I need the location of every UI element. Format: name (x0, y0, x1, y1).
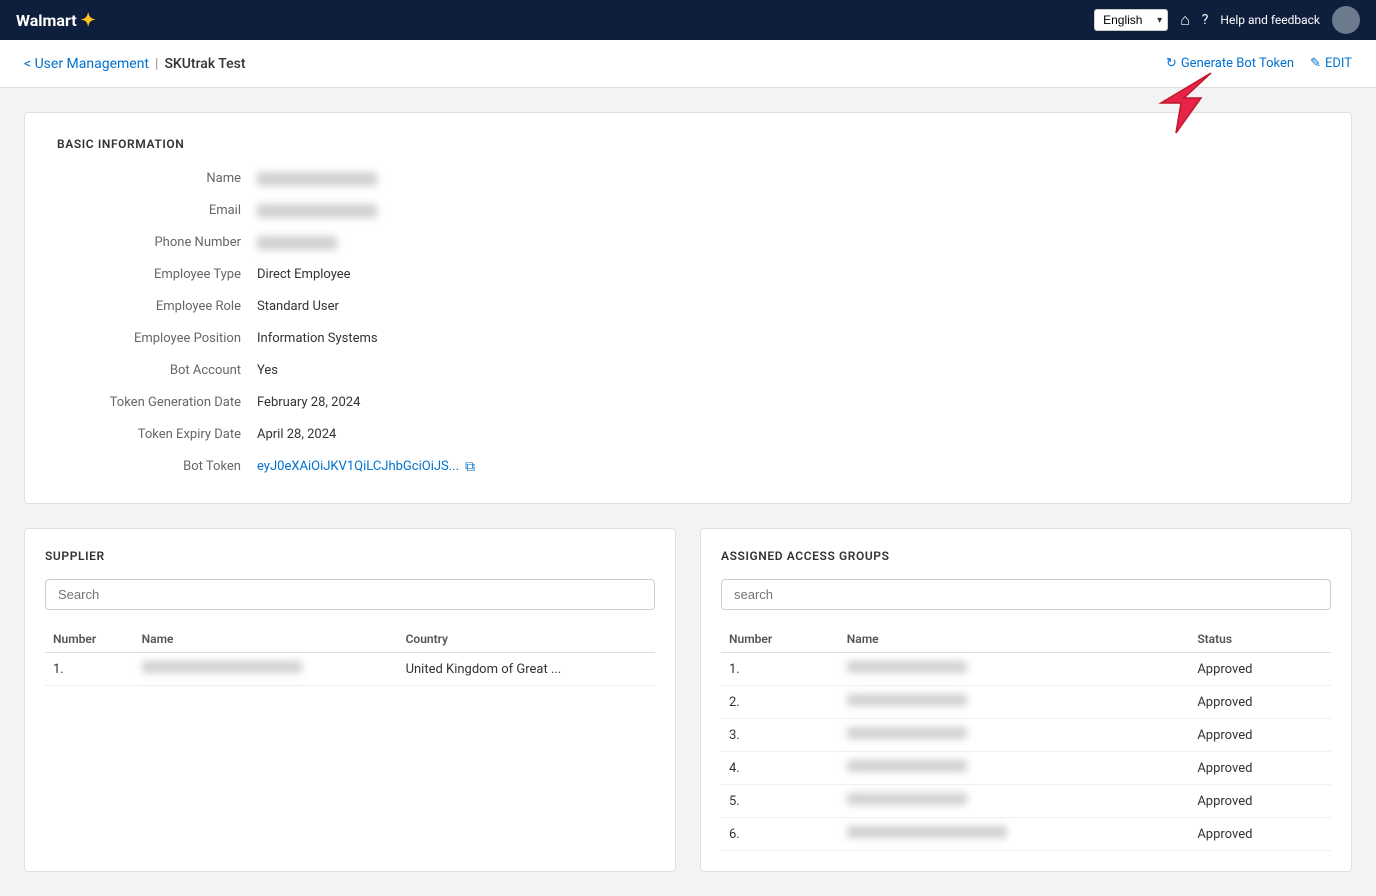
main-content: BASIC INFORMATION Name Email Phone Numbe… (0, 88, 1376, 896)
access-groups-panel: ASSIGNED ACCESS GROUPS Number Name Statu… (700, 528, 1352, 872)
label-email: Email (57, 199, 257, 223)
table-row: 4. Approved (721, 752, 1331, 785)
breadcrumb-separator: | (155, 56, 158, 72)
walmart-logo: Walmart ✦ (16, 10, 96, 31)
supplier-table: Number Name Country 1. United Kingdom of… (45, 626, 655, 686)
ag-row-num: 2. (721, 686, 839, 719)
ag-row-num: 3. (721, 719, 839, 752)
ag-row-status: Approved (1189, 818, 1331, 851)
value-phone (257, 231, 757, 255)
home-icon[interactable]: ⌂ (1180, 10, 1190, 30)
table-row: 1. Approved (721, 653, 1331, 686)
label-bot-account: Bot Account (57, 359, 257, 383)
ag-row-status: Approved (1189, 719, 1331, 752)
ag-col-name: Name (839, 626, 1190, 653)
label-token-expiry-date: Token Expiry Date (57, 423, 257, 447)
value-name (257, 167, 757, 191)
help-circle-icon[interactable]: ? (1202, 12, 1209, 28)
ag-row-name (839, 818, 1190, 851)
language-selector-wrapper[interactable]: English ▾ (1094, 9, 1168, 31)
copy-icon[interactable]: ⧉ (465, 455, 475, 479)
access-groups-table: Number Name Status 1.Approved2.Approved3… (721, 626, 1331, 851)
supplier-col-country: Country (398, 626, 655, 653)
label-bot-token: Bot Token (57, 455, 257, 479)
ag-col-status: Status (1189, 626, 1331, 653)
nav-left: Walmart ✦ (16, 10, 96, 31)
edit-button[interactable]: ✎ EDIT (1310, 56, 1352, 71)
label-employee-type: Employee Type (57, 263, 257, 287)
value-employee-role: Standard User (257, 295, 757, 319)
supplier-search-input[interactable] (45, 579, 655, 610)
supplier-panel: SUPPLIER Number Name Country 1. United K… (24, 528, 676, 872)
value-bot-token: eyJ0eXAiOiJKV1QiLCJhbGciOiJS... ⧉ (257, 455, 757, 479)
supplier-row-num: 1. (45, 653, 134, 686)
basic-info-card: BASIC INFORMATION Name Email Phone Numbe… (24, 112, 1352, 504)
ag-row-num: 1. (721, 653, 839, 686)
top-nav: Walmart ✦ English ▾ ⌂ ? Help and feedbac… (0, 0, 1376, 40)
edit-icon: ✎ (1310, 56, 1321, 71)
label-phone: Phone Number (57, 231, 257, 255)
language-select[interactable]: English (1094, 9, 1168, 31)
basic-info-title: BASIC INFORMATION (57, 137, 1319, 151)
supplier-title: SUPPLIER (45, 549, 655, 563)
value-email (257, 199, 757, 223)
access-groups-title: ASSIGNED ACCESS GROUPS (721, 549, 1331, 563)
breadcrumb-bar: < User Management | SKUtrak Test ↻ Gener… (0, 40, 1376, 88)
table-row: 6. Approved (721, 818, 1331, 851)
label-employee-role: Employee Role (57, 295, 257, 319)
ag-row-status: Approved (1189, 752, 1331, 785)
nav-right: English ▾ ⌂ ? Help and feedback (1094, 6, 1360, 34)
supplier-col-name: Name (134, 626, 398, 653)
value-employee-position: Information Systems (257, 327, 757, 351)
table-row: 5. Approved (721, 785, 1331, 818)
value-bot-account: Yes (257, 359, 757, 383)
ag-row-status: Approved (1189, 653, 1331, 686)
label-token-gen-date: Token Generation Date (57, 391, 257, 415)
ag-row-num: 5. (721, 785, 839, 818)
ag-row-num: 4. (721, 752, 839, 785)
value-employee-type: Direct Employee (257, 263, 757, 287)
table-row: 2. Approved (721, 686, 1331, 719)
ag-row-num: 6. (721, 818, 839, 851)
bottom-grid: SUPPLIER Number Name Country 1. United K… (24, 528, 1352, 872)
help-link[interactable]: Help and feedback (1220, 13, 1320, 27)
ag-row-status: Approved (1189, 785, 1331, 818)
value-token-gen-date: February 28, 2024 (257, 391, 757, 415)
brand-name: Walmart (16, 11, 77, 30)
table-row: 1. United Kingdom of Great ... (45, 653, 655, 686)
bot-token-text: eyJ0eXAiOiJKV1QiLCJhbGciOiJS... (257, 455, 459, 479)
supplier-row-name (134, 653, 398, 686)
label-name: Name (57, 167, 257, 191)
avatar[interactable] (1332, 6, 1360, 34)
spark-icon: ✦ (81, 10, 96, 31)
refresh-icon: ↻ (1166, 56, 1177, 71)
info-grid: Name Email Phone Number Employee Type Di… (57, 167, 757, 479)
ag-row-status: Approved (1189, 686, 1331, 719)
ag-row-name (839, 686, 1190, 719)
supplier-row-country: United Kingdom of Great ... (398, 653, 655, 686)
label-employee-position: Employee Position (57, 327, 257, 351)
breadcrumb: < User Management | SKUtrak Test (24, 56, 246, 72)
generate-bot-token-button[interactable]: ↻ Generate Bot Token (1166, 56, 1294, 71)
access-groups-search-input[interactable] (721, 579, 1331, 610)
breadcrumb-current: SKUtrak Test (164, 56, 245, 72)
supplier-col-number: Number (45, 626, 134, 653)
ag-row-name (839, 719, 1190, 752)
ag-col-number: Number (721, 626, 839, 653)
breadcrumb-back-link[interactable]: < User Management (24, 56, 149, 72)
table-row: 3. Approved (721, 719, 1331, 752)
ag-row-name (839, 785, 1190, 818)
ag-row-name (839, 653, 1190, 686)
breadcrumb-actions: ↻ Generate Bot Token ✎ EDIT (1166, 56, 1352, 71)
ag-row-name (839, 752, 1190, 785)
value-token-expiry-date: April 28, 2024 (257, 423, 757, 447)
